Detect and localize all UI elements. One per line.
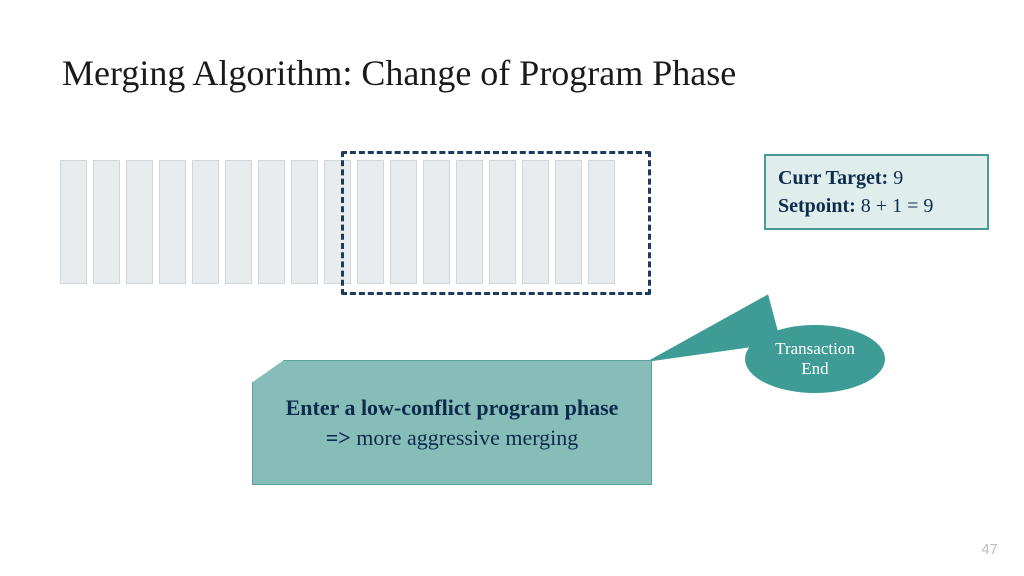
- setpoint-label: Setpoint:: [778, 195, 856, 217]
- setpoint-row: Setpoint: 8 + 1 = 9: [778, 192, 975, 220]
- callout-line2: End: [801, 359, 828, 378]
- phase-line2-text: more aggressive merging: [351, 425, 578, 450]
- setpoint-value: 8 + 1 = 9: [861, 195, 934, 217]
- curr-target-label: Curr Target:: [778, 167, 888, 189]
- bar: [192, 160, 219, 284]
- bar: [291, 160, 318, 284]
- arrow-icon: =>: [326, 425, 351, 450]
- curr-target-value: 9: [893, 167, 903, 189]
- transaction-end-callout: Transaction End: [745, 325, 885, 393]
- callout-line1: Transaction: [775, 339, 855, 358]
- selection-box: [341, 151, 651, 295]
- phase-annotation: Enter a low-conflict program phase => mo…: [252, 360, 652, 485]
- bar: [258, 160, 285, 284]
- bar: [60, 160, 87, 284]
- curr-target-row: Curr Target: 9: [778, 164, 975, 192]
- slide-title: Merging Algorithm: Change of Program Pha…: [62, 52, 736, 94]
- phase-line1: Enter a low-conflict program phase: [286, 395, 619, 421]
- page-number: 47: [981, 541, 998, 558]
- bar: [225, 160, 252, 284]
- bar: [126, 160, 153, 284]
- info-panel: Curr Target: 9 Setpoint: 8 + 1 = 9: [764, 154, 989, 230]
- bar: [159, 160, 186, 284]
- bar: [93, 160, 120, 284]
- phase-line2: => more aggressive merging: [326, 425, 579, 451]
